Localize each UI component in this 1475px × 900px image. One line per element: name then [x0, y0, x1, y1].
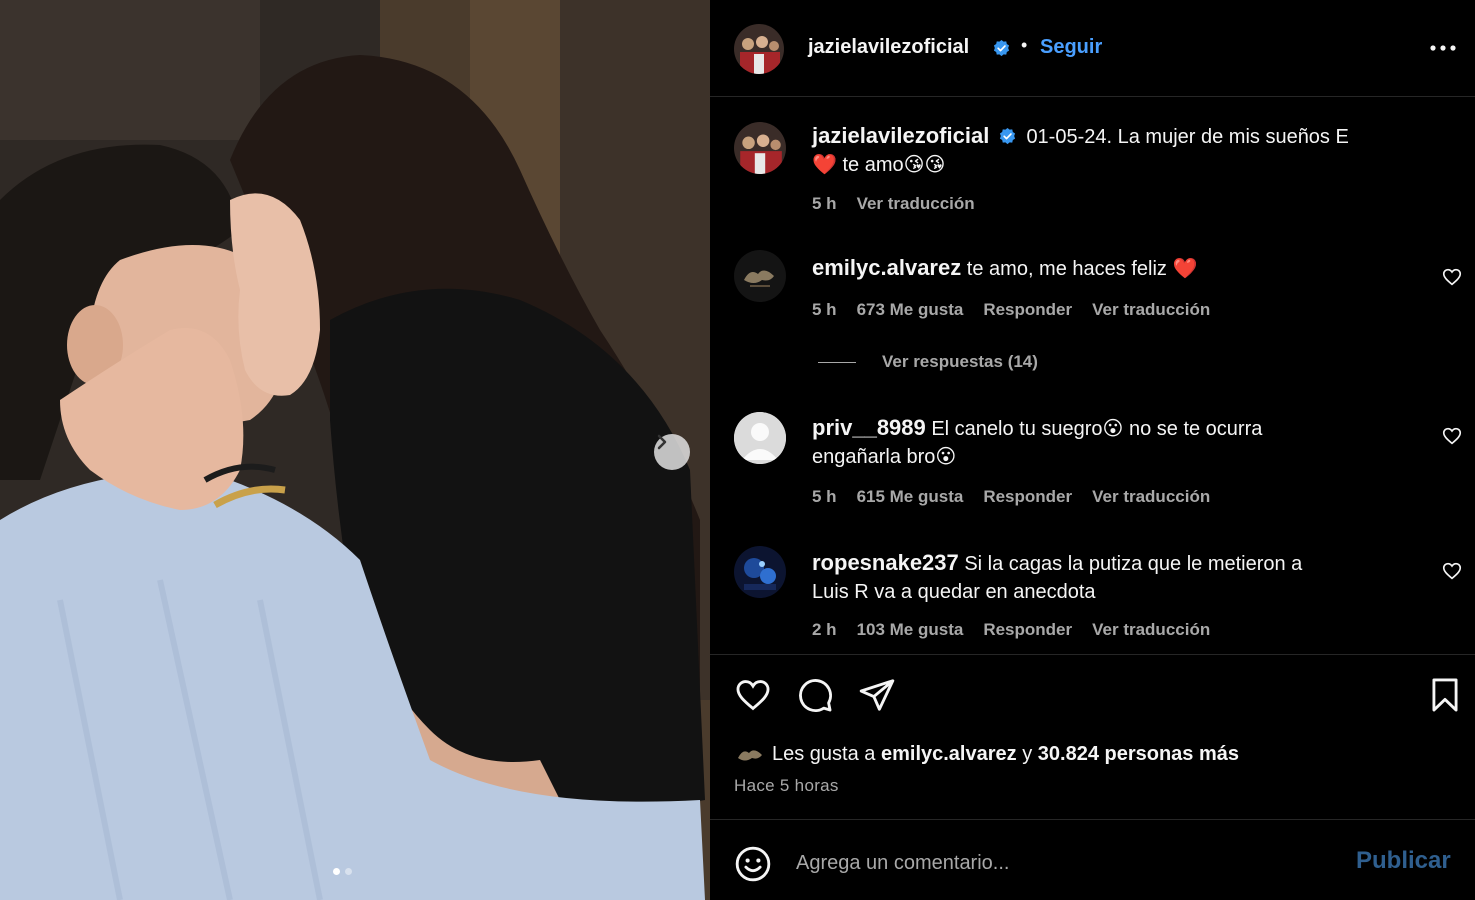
verified-badge-icon: [999, 127, 1015, 145]
comment-input[interactable]: [796, 843, 1336, 883]
comment-body: Si la cagas la putiza que le metieron a: [964, 553, 1303, 575]
caption-body: 01-05-24. La mujer de mis sueños E: [1026, 126, 1349, 148]
author-username[interactable]: jazielavilezoficial: [808, 36, 969, 59]
comment-text: priv__8989 El canelo tu suegro😮 no se te…: [812, 414, 1422, 471]
comment-avatar[interactable]: [734, 250, 786, 302]
carousel-indicator: [333, 868, 352, 875]
likes-summary[interactable]: Les gusta a emilyc.alvarez y 30.824 pers…: [734, 740, 1239, 768]
caption-username[interactable]: jazielavilezoficial: [812, 123, 989, 148]
post-sidebar: jazielavilezoficial • Seguir jazielavile…: [710, 0, 1475, 900]
likes-conj: y: [1022, 742, 1033, 765]
more-options-icon[interactable]: [1428, 36, 1458, 60]
comment-likes-count[interactable]: 673 Me gusta: [857, 300, 964, 320]
post-image: [0, 0, 710, 900]
comment-username[interactable]: ropesnake237: [812, 550, 959, 575]
carousel-dot-2: [345, 868, 352, 875]
post-photo: [0, 0, 710, 900]
replies-divider: [818, 361, 856, 363]
reply-button[interactable]: Responder: [983, 487, 1072, 507]
liker-avatar: [734, 740, 766, 768]
header-separator: •: [1021, 35, 1028, 55]
comment-time: 5 h: [812, 487, 837, 506]
translate-link[interactable]: Ver traducción: [1092, 620, 1210, 640]
comment-body-line2: Luis R va a quedar en anecdota: [812, 581, 1096, 603]
comments-section: jazielavilezoficial 01-05-24. La mujer d…: [710, 98, 1475, 655]
comment-bubble-icon[interactable]: [796, 676, 834, 714]
save-bookmark-icon[interactable]: [1426, 676, 1464, 714]
follow-button[interactable]: Seguir: [1040, 36, 1102, 59]
post-header: jazielavilezoficial • Seguir: [710, 0, 1475, 97]
comment-time: 5 h: [812, 300, 837, 319]
likes-others[interactable]: 30.824 personas más: [1038, 743, 1239, 766]
comment-time: 2 h: [812, 620, 837, 639]
comment-meta: 5 h 615 Me gusta Responder Ver traducció…: [812, 487, 1210, 507]
caption-body-line2: ❤️ te amo😘😘: [812, 154, 946, 176]
publish-button[interactable]: Publicar: [1356, 847, 1451, 875]
caption-translate-link[interactable]: Ver traducción: [857, 194, 975, 214]
chevron-right-icon: [657, 434, 667, 450]
comment-avatar[interactable]: [734, 546, 786, 598]
emoji-smiley-icon[interactable]: [734, 845, 772, 883]
carousel-next-button[interactable]: [654, 434, 690, 470]
comment-likes-count[interactable]: 103 Me gusta: [857, 620, 964, 640]
comment-body: te amo, me haces feliz ❤️: [966, 258, 1198, 280]
comment-text: emilyc.alvarez te amo, me haces feliz ❤️: [812, 254, 1422, 283]
caption-meta: 5 h Ver traducción: [812, 194, 975, 214]
reply-button[interactable]: Responder: [983, 300, 1072, 320]
author-avatar[interactable]: [734, 24, 784, 74]
comment-username[interactable]: priv__8989: [812, 415, 926, 440]
comment-text: ropesnake237 Si la cagas la putiza que l…: [812, 549, 1422, 606]
comment-meta: 2 h 103 Me gusta Responder Ver traducció…: [812, 620, 1210, 640]
view-replies-label: Ver respuestas (14): [882, 352, 1038, 371]
default-avatar-icon: [734, 412, 786, 464]
comment-meta: 5 h 673 Me gusta Responder Ver traducció…: [812, 300, 1210, 320]
caption-text: jazielavilezoficial 01-05-24. La mujer d…: [812, 122, 1422, 179]
caption-time: 5 h: [812, 194, 837, 213]
comment-likes-count[interactable]: 615 Me gusta: [857, 487, 964, 507]
view-replies-button[interactable]: Ver respuestas (14): [818, 352, 1038, 372]
translate-link[interactable]: Ver traducción: [1092, 300, 1210, 320]
likes-user[interactable]: emilyc.alvarez: [881, 743, 1017, 766]
heart-icon[interactable]: [1441, 560, 1463, 582]
heart-icon[interactable]: [1441, 425, 1463, 447]
carousel-dot-1: [333, 868, 340, 875]
add-comment-bar: Publicar: [710, 821, 1475, 900]
verified-badge-icon: [993, 39, 1010, 57]
reply-button[interactable]: Responder: [983, 620, 1072, 640]
share-paper-plane-icon[interactable]: [858, 676, 896, 714]
like-heart-icon[interactable]: [734, 676, 772, 714]
comment-body: El canelo tu suegro😮 no se te ocurra: [931, 418, 1263, 440]
post-timestamp: Hace 5 horas: [734, 776, 839, 795]
comment-body-line2: engañarla bro😮: [812, 446, 957, 468]
caption-avatar[interactable]: [734, 122, 786, 174]
comment-avatar-default[interactable]: [734, 412, 786, 464]
post-actions: Les gusta a emilyc.alvarez y 30.824 pers…: [710, 656, 1475, 820]
heart-icon[interactable]: [1441, 266, 1463, 288]
translate-link[interactable]: Ver traducción: [1092, 487, 1210, 507]
comment-username[interactable]: emilyc.alvarez: [812, 255, 961, 280]
likes-prefix: Les gusta a: [772, 742, 876, 765]
